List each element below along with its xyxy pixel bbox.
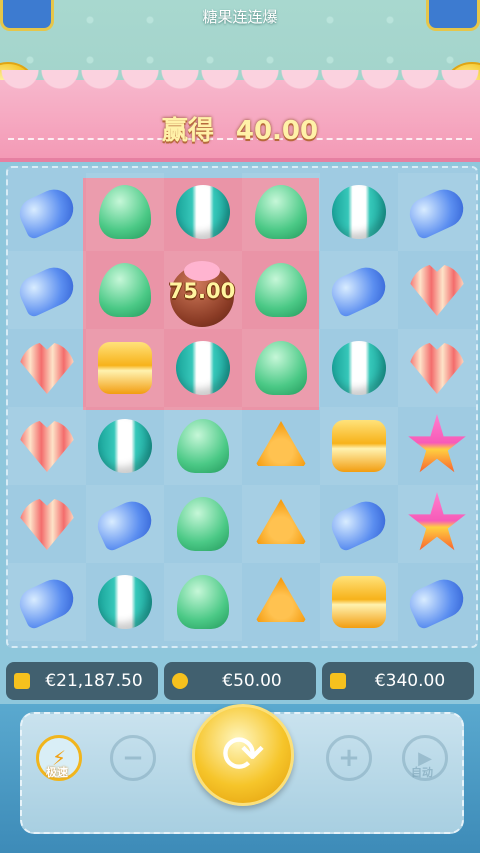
heart-candy xyxy=(17,494,77,554)
jelly-candy-icon xyxy=(14,261,80,319)
gum-candy-icon xyxy=(255,263,307,317)
gum-candy xyxy=(95,182,155,242)
gum-candy-icon xyxy=(177,575,229,629)
triangle-candy xyxy=(251,416,311,476)
jelly-candy-icon xyxy=(14,183,80,241)
heart-candy xyxy=(17,338,77,398)
jelly-candy xyxy=(92,494,158,554)
ball-candy xyxy=(95,572,155,632)
caramel-candy-icon xyxy=(98,342,152,394)
autoplay-label: 自动 xyxy=(411,766,433,779)
gum-candy-icon xyxy=(99,263,151,317)
caramel-candy xyxy=(329,572,389,632)
gum-candy-icon xyxy=(255,341,307,395)
ball-candy-icon xyxy=(332,185,386,239)
bet-value: €50.00 xyxy=(222,671,282,691)
heart-candy xyxy=(17,416,77,476)
spin-button[interactable]: ⟳ xyxy=(192,704,294,806)
heart-candy-icon xyxy=(19,420,75,472)
turbo-label: 极速 xyxy=(46,766,68,779)
coins-icon xyxy=(172,673,188,689)
jelly-candy xyxy=(404,182,470,242)
gum-candy xyxy=(251,338,311,398)
jelly-candy xyxy=(14,572,80,632)
heart-candy-icon xyxy=(409,264,465,316)
minus-icon: − xyxy=(122,743,144,773)
caramel-candy-icon xyxy=(332,576,386,628)
jelly-candy xyxy=(14,260,80,320)
star-candy xyxy=(407,414,467,476)
triangle-candy xyxy=(251,572,311,632)
triangle-candy-icon xyxy=(255,577,307,622)
heart-candy-icon xyxy=(409,342,465,394)
caramel-candy xyxy=(95,338,155,398)
heart-candy-icon xyxy=(19,342,75,394)
jelly-candy-icon xyxy=(14,573,80,631)
gum-candy-icon xyxy=(99,185,151,239)
bet-bar[interactable]: €50.00 xyxy=(164,662,316,700)
bomb-multiplier: 75.00 xyxy=(168,279,236,303)
increase-bet-button[interactable]: + xyxy=(326,735,372,781)
star-candy xyxy=(407,492,467,554)
triangle-candy-icon xyxy=(255,421,307,466)
balance-value: €21,187.50 xyxy=(45,671,143,691)
gum-candy-icon xyxy=(255,185,307,239)
ball-candy-icon xyxy=(98,575,152,629)
ball-candy xyxy=(173,338,233,398)
gum-candy xyxy=(173,572,233,632)
win-display: 赢得 40.00 xyxy=(0,110,480,147)
triangle-candy-icon xyxy=(255,499,307,544)
heart-candy xyxy=(407,260,467,320)
jelly-candy-icon xyxy=(326,261,392,319)
balance-bar: €21,187.50 xyxy=(6,662,158,700)
plus-icon: + xyxy=(338,743,360,773)
candy-bomb: 75.00 xyxy=(166,255,238,327)
caramel-candy xyxy=(329,416,389,476)
win-bar: €340.00 xyxy=(322,662,474,700)
bomb-frosting xyxy=(184,261,220,281)
gum-candy xyxy=(173,416,233,476)
trophy-icon xyxy=(330,673,346,689)
ball-candy xyxy=(95,416,155,476)
ball-candy-icon xyxy=(176,341,230,395)
jelly-candy xyxy=(14,182,80,242)
jelly-candy-icon xyxy=(326,495,392,553)
gum-candy xyxy=(95,260,155,320)
decrease-bet-button[interactable]: − xyxy=(110,735,156,781)
ball-candy xyxy=(329,182,389,242)
ball-candy xyxy=(173,182,233,242)
gum-candy xyxy=(173,494,233,554)
jelly-candy xyxy=(404,572,470,632)
ball-candy xyxy=(329,338,389,398)
gum-candy xyxy=(251,182,311,242)
game-title: 糖果连连爆 xyxy=(202,8,278,26)
jelly-candy xyxy=(326,260,392,320)
ball-candy-icon xyxy=(98,419,152,473)
gum-candy-icon xyxy=(177,419,229,473)
triangle-candy xyxy=(251,494,311,554)
ball-candy-icon xyxy=(332,341,386,395)
jelly-candy xyxy=(326,494,392,554)
jelly-candy-icon xyxy=(404,573,470,631)
wallet-icon xyxy=(14,673,30,689)
total-win-value: €340.00 xyxy=(374,671,446,691)
star-candy-icon xyxy=(408,492,466,551)
jelly-candy-icon xyxy=(92,495,158,553)
win-amount: 40.00 xyxy=(235,116,319,146)
win-label: 赢得 xyxy=(161,116,214,146)
jelly-candy-icon xyxy=(404,183,470,241)
gum-candy xyxy=(251,260,311,320)
heart-candy-icon xyxy=(19,498,75,550)
ball-candy-icon xyxy=(176,185,230,239)
spin-arrows-icon: ⟳ xyxy=(221,725,265,785)
gum-candy-icon xyxy=(177,497,229,551)
caramel-candy-icon xyxy=(332,420,386,472)
star-candy-icon xyxy=(408,414,466,473)
heart-candy xyxy=(407,338,467,398)
